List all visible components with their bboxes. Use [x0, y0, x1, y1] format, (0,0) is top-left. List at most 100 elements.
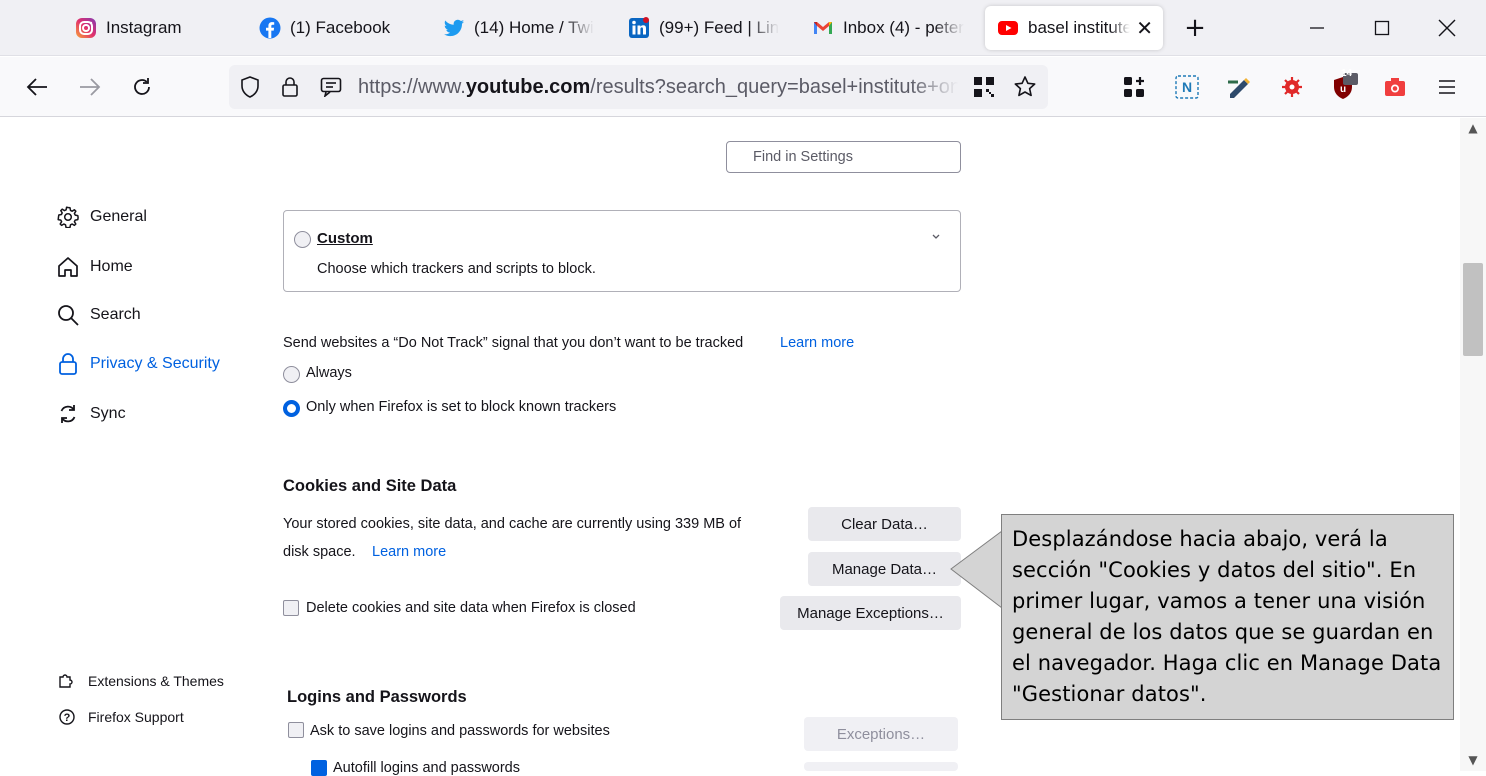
autofill-label: Autofill logins and passwords — [333, 760, 520, 776]
sidebar-item-home[interactable]: Home — [56, 252, 133, 282]
manage-exceptions-button[interactable]: Manage Exceptions… — [780, 596, 961, 630]
ask-to-save-label: Ask to save logins and passwords for web… — [310, 723, 610, 739]
dnt-always-label: Always — [306, 365, 352, 381]
shield-icon[interactable] — [240, 76, 260, 102]
minimize-button[interactable] — [1297, 10, 1337, 46]
tutorial-callout-text: Desplazándose hacia abajo, verá la secci… — [1012, 527, 1442, 706]
reader-view-icon[interactable] — [320, 77, 342, 101]
dnt-only-when-radio[interactable] — [283, 400, 300, 417]
screenshot-extension-button[interactable] — [1377, 69, 1413, 105]
notion-extension-button[interactable]: N — [1169, 69, 1205, 105]
cookies-usage-text: Your stored cookies, site data, and cach… — [283, 516, 742, 532]
tab-instagram[interactable]: Instagram — [75, 6, 245, 50]
custom-description: Choose which trackers and scripts to blo… — [317, 261, 596, 277]
search-icon — [56, 303, 80, 327]
minimize-icon — [1310, 27, 1324, 29]
camera-icon — [1385, 78, 1405, 96]
sidebar-item-privacy-security[interactable]: Privacy & Security — [56, 349, 220, 379]
scroll-up-icon[interactable]: ▲ — [1462, 118, 1484, 138]
maximize-icon — [1374, 20, 1390, 36]
ublock-extension-button[interactable]: u 14 — [1327, 68, 1363, 105]
url-text[interactable]: https://www.youtube.com/results?search_q… — [358, 65, 958, 109]
sidebar-item-sync[interactable]: Sync — [56, 399, 126, 429]
cookies-learn-more-link[interactable]: Learn more — [372, 544, 446, 560]
chevron-down-icon[interactable] — [930, 227, 942, 246]
tab-facebook[interactable]: (1) Facebook — [259, 6, 429, 50]
close-window-button[interactable] — [1427, 10, 1467, 46]
app-menu-button[interactable] — [1429, 69, 1465, 105]
saved-logins-button[interactable] — [804, 762, 958, 771]
sidebar-item-firefox-support[interactable]: ? Firefox Support — [58, 707, 184, 727]
sidebar-item-extensions-themes[interactable]: Extensions & Themes — [58, 671, 224, 691]
forward-arrow-icon — [80, 78, 101, 96]
plus-icon: + — [1184, 13, 1206, 43]
sidebar-item-label: Search — [90, 306, 141, 323]
tab-linkedin[interactable]: (99+) Feed | Lin — [628, 6, 786, 50]
callout-pointer — [950, 530, 1003, 610]
gear-icon — [56, 205, 80, 229]
tab-youtube-active[interactable]: basel institute ✕ — [985, 6, 1163, 50]
dnt-label: Send websites a “Do Not Track” signal th… — [283, 335, 744, 351]
tab-twitter[interactable]: (14) Home / Twi — [443, 6, 598, 50]
tab-gmail[interactable]: Inbox (4) - peter — [812, 6, 967, 50]
bug-icon — [1282, 77, 1302, 97]
extension-badge: 14 — [1340, 68, 1353, 79]
logins-exceptions-button[interactable]: Exceptions… — [804, 717, 958, 751]
reload-button[interactable] — [124, 69, 160, 105]
lock-icon — [56, 352, 80, 376]
back-arrow-icon — [26, 78, 47, 96]
url-prefix: https://www. — [358, 76, 466, 98]
url-domain: youtube.com — [465, 76, 591, 98]
tab-strip: Instagram (1) Facebook (14) Home / Twi (… — [0, 0, 1486, 56]
ask-to-save-checkbox[interactable] — [288, 722, 304, 738]
scrollbar-track[interactable] — [1460, 118, 1486, 771]
sidebar-item-label: Home — [90, 258, 133, 275]
hamburger-menu-icon — [1439, 80, 1455, 94]
bookmark-star-icon[interactable] — [1013, 75, 1037, 103]
url-suffix: /results?search_query=basel+institute+on — [590, 76, 958, 98]
gmail-icon — [812, 17, 834, 39]
navigation-toolbar: https://www.youtube.com/results?search_q… — [0, 57, 1486, 117]
bug-extension-button[interactable] — [1274, 69, 1310, 105]
dnt-only-when-label: Only when Firefox is set to block known … — [306, 399, 617, 415]
svg-text:N: N — [1182, 79, 1192, 95]
new-tab-button[interactable]: + — [1175, 10, 1215, 46]
lock-icon[interactable] — [281, 76, 299, 102]
tab-label: (14) Home / Twi — [474, 18, 594, 37]
facebook-icon — [259, 17, 281, 39]
back-button[interactable] — [19, 69, 55, 105]
sidebar-item-label: Firefox Support — [88, 709, 184, 725]
tab-label: Instagram — [106, 18, 182, 37]
help-icon: ? — [58, 708, 76, 726]
close-tab-icon[interactable]: ✕ — [1136, 16, 1153, 41]
cookies-usage-text-2: disk space. — [283, 544, 356, 560]
url-bar[interactable]: https://www.youtube.com/results?search_q… — [229, 65, 1048, 109]
clear-data-button[interactable]: Clear Data… — [808, 507, 961, 541]
cookies-heading: Cookies and Site Data — [283, 477, 457, 495]
custom-protection-card[interactable]: Custom Choose which trackers and scripts… — [283, 210, 961, 292]
tab-label: Inbox (4) - peter — [843, 18, 964, 37]
delete-cookies-checkbox[interactable] — [283, 600, 299, 616]
scrollbar-thumb[interactable] — [1463, 263, 1483, 356]
dnt-always-radio[interactable] — [283, 366, 300, 383]
find-in-settings-input[interactable]: Find in Settings — [726, 141, 961, 173]
custom-radio[interactable] — [294, 231, 311, 248]
autofill-checkbox[interactable] — [311, 760, 327, 776]
sidebar-item-general[interactable]: General — [56, 202, 147, 232]
sidebar-item-label: Privacy & Security — [90, 355, 220, 372]
forward-button[interactable] — [72, 69, 108, 105]
pen-icon — [1228, 78, 1250, 98]
sidebar-item-search[interactable]: Search — [56, 300, 141, 330]
notion-icon: N — [1175, 75, 1199, 99]
maximize-button[interactable] — [1362, 10, 1402, 46]
pen-extension-button[interactable] — [1221, 69, 1257, 105]
dnt-learn-more-link[interactable]: Learn more — [780, 335, 854, 351]
scroll-down-icon[interactable]: ▼ — [1462, 750, 1484, 770]
home-icon — [56, 255, 80, 279]
sidebar-item-label: Extensions & Themes — [88, 673, 224, 689]
qr-code-icon[interactable] — [973, 76, 995, 102]
youtube-icon — [997, 17, 1019, 39]
extension-grid-button[interactable] — [1116, 69, 1152, 105]
delete-cookies-label: Delete cookies and site data when Firefo… — [306, 600, 636, 616]
manage-data-button[interactable]: Manage Data… — [808, 552, 961, 586]
